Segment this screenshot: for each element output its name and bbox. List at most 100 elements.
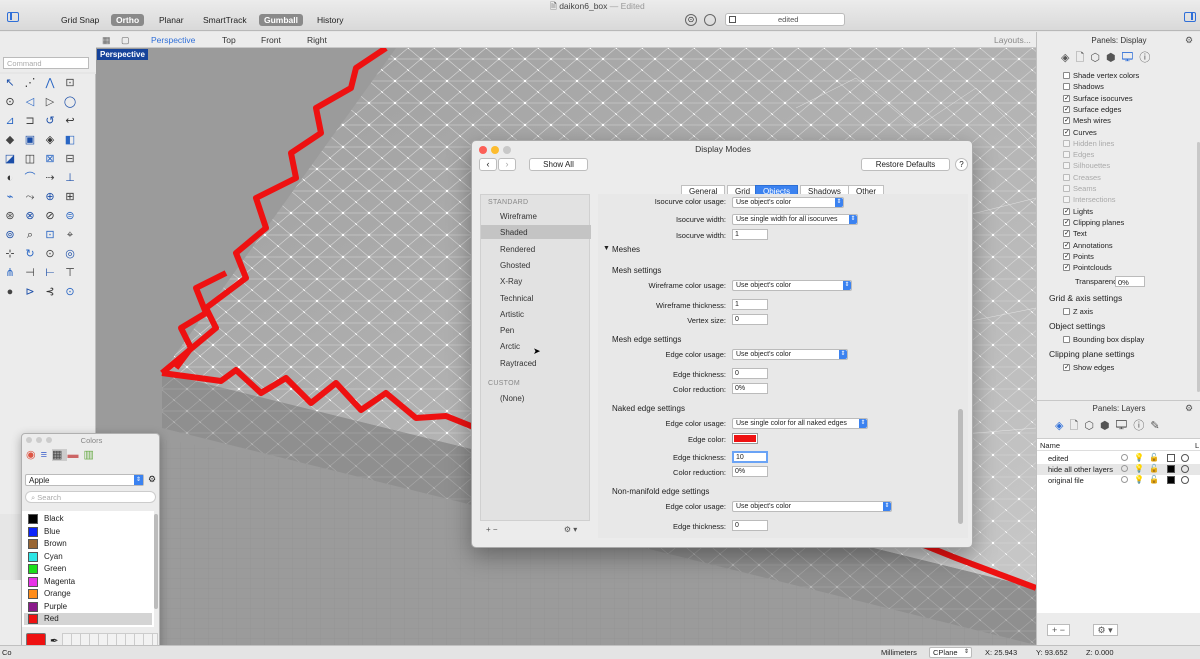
edge-thickness-input[interactable]: 0 — [732, 368, 768, 379]
text-icon[interactable]: ⊣ — [23, 266, 37, 280]
back-button[interactable]: ‹ — [479, 158, 497, 171]
color-wheel-icon[interactable]: ◉ — [26, 449, 41, 461]
fillet-icon[interactable]: ⌒ — [23, 171, 37, 185]
display-tab-icon[interactable]: 🖵 — [1116, 420, 1134, 432]
join-icon[interactable]: ⊕ — [43, 190, 57, 204]
history-toggle[interactable]: History — [312, 14, 348, 26]
gear-icon[interactable]: ⚙ — [1185, 35, 1193, 46]
cap-icon[interactable]: ⊗ — [23, 209, 37, 223]
arc-icon[interactable]: ◁ — [23, 95, 37, 109]
color-reduction-input[interactable]: 0% — [732, 383, 768, 394]
rotate-icon[interactable]: ↺ — [43, 114, 57, 128]
layer-options-button[interactable]: ⚙ ▾ — [1092, 624, 1118, 636]
array-icon[interactable]: ⊞ — [63, 190, 77, 204]
custom-mode-none[interactable]: (None) — [481, 391, 591, 405]
cube-icon[interactable]: ⬢ — [1106, 52, 1122, 64]
sweep-icon[interactable]: ◫ — [23, 152, 37, 166]
color-item[interactable]: Orange — [24, 588, 152, 600]
snap-icon[interactable]: ⊹ — [3, 247, 17, 261]
project-icon[interactable]: ⌁ — [3, 190, 17, 204]
nm-color-select[interactable]: Use object's color ⇕ — [732, 501, 892, 512]
help-button[interactable]: ? — [955, 158, 968, 171]
naked-reduction-input[interactable]: 0% — [732, 466, 768, 477]
meshes-disclosure-icon[interactable]: ▼ — [603, 245, 610, 252]
lock-icon[interactable]: 🔓 — [1149, 464, 1159, 473]
sphere-icon[interactable]: ◐ — [3, 171, 17, 185]
display-mode-item[interactable]: Raytraced — [481, 356, 591, 370]
wire-thickness-input[interactable]: 1 — [732, 299, 768, 310]
ellipse-icon[interactable]: ◯ — [63, 95, 77, 109]
align-icon[interactable]: ⊥ — [63, 171, 77, 185]
lightbulb-icon[interactable]: 💡 — [1134, 475, 1144, 484]
offset-icon[interactable]: ⊐ — [23, 114, 37, 128]
cube-tab-icon[interactable]: ⬢ — [1100, 420, 1116, 432]
settings-scrollbar[interactable] — [958, 409, 963, 524]
palette-gear-icon[interactable]: ⚙ — [148, 474, 156, 485]
add-layer-button[interactable]: + − — [1047, 624, 1071, 636]
zoom-icon[interactable]: ⌕ — [23, 228, 37, 242]
display-mode-item[interactable]: Technical — [481, 291, 591, 305]
ortho-toggle[interactable]: Ortho — [111, 14, 145, 26]
iso-width-input[interactable]: 1 — [732, 229, 768, 240]
display-option-checkbox[interactable] — [1063, 252, 1070, 260]
display-option-checkbox[interactable] — [1063, 162, 1070, 170]
tab-top[interactable]: Top — [222, 35, 236, 45]
iso-width-select[interactable]: Use single width for all isocurves ⇕ — [732, 214, 858, 225]
color-item[interactable]: Magenta — [24, 576, 152, 588]
extrude-icon[interactable]: ◧ — [63, 133, 77, 147]
single-view-icon[interactable]: ▢ — [121, 35, 130, 46]
shape-icon[interactable]: ◈ — [43, 133, 57, 147]
display-option-checkbox[interactable] — [1063, 128, 1070, 136]
blend-icon[interactable]: ⊜ — [63, 209, 77, 223]
display-option-checkbox[interactable] — [1063, 218, 1070, 226]
lock-icon[interactable]: 🔓 — [1149, 453, 1159, 462]
color-item[interactable]: Cyan — [24, 551, 152, 563]
sliders-icon[interactable]: ≡ — [41, 449, 52, 461]
image-palette-icon[interactable]: ▬ — [67, 449, 83, 461]
bend-icon[interactable]: ⤳ — [23, 190, 37, 204]
nm-thickness-input[interactable]: 0 — [732, 520, 768, 531]
dims-icon[interactable]: ⋔ — [3, 266, 17, 280]
grid-icon[interactable]: ⊤ — [63, 266, 77, 280]
file-icon[interactable]: 🗋 — [1075, 52, 1090, 64]
osnap-icon[interactable]: ⊙ — [685, 14, 697, 26]
lightbulb-icon[interactable]: 💡 — [1134, 453, 1144, 462]
current-layer-field[interactable]: edited — [725, 13, 845, 26]
rectangle-icon[interactable]: ⊡ — [63, 76, 77, 90]
layer-color-swatch[interactable] — [1167, 454, 1175, 462]
help-icon[interactable]: ⓘ — [1139, 52, 1156, 64]
curve-icon[interactable]: ▷ — [43, 95, 57, 109]
loft-icon[interactable]: ◪ — [3, 152, 17, 166]
color-item[interactable]: Blue — [24, 526, 152, 538]
triangle-icon[interactable]: ⊿ — [3, 114, 17, 128]
cplane-select[interactable]: CPlane ⇕ — [929, 647, 972, 658]
add-mode-button[interactable]: + − — [486, 525, 498, 534]
display-option-checkbox[interactable] — [1063, 72, 1070, 79]
grid-view-icon[interactable]: ▦ — [102, 35, 111, 46]
display-option-checkbox[interactable] — [1063, 139, 1070, 147]
material-icon[interactable] — [1181, 454, 1189, 462]
hatch-icon[interactable]: ⊢ — [43, 266, 57, 280]
iso-color-select[interactable]: Use object's color ⇕ — [732, 197, 844, 208]
layer-row[interactable]: edited 💡 🔓 — [1037, 453, 1200, 464]
color-item[interactable]: Brown — [24, 538, 152, 550]
planar-toggle[interactable]: Planar — [154, 14, 189, 26]
restore-defaults-button[interactable]: Restore Defaults — [861, 158, 950, 171]
color-item[interactable]: Red — [24, 613, 152, 625]
display-option-checkbox[interactable] — [1063, 264, 1070, 272]
move-icon[interactable]: ⇢ — [43, 171, 57, 185]
transparency-input[interactable]: 0% — [1115, 276, 1145, 287]
color-item[interactable]: Purple — [24, 601, 152, 613]
display-option-checkbox[interactable] — [1063, 105, 1070, 113]
point-icon[interactable]: ⋰ — [23, 76, 37, 90]
refresh-icon[interactable]: ↻ — [23, 247, 37, 261]
layers-tab-icon[interactable]: ◈ — [1055, 420, 1069, 432]
display-option-checkbox[interactable] — [1063, 83, 1070, 91]
layer-row[interactable]: original file 💡 🔓 — [1037, 475, 1200, 486]
display-option-checkbox[interactable] — [1063, 151, 1070, 159]
lightbulb-icon[interactable]: 💡 — [1134, 464, 1144, 473]
box-icon[interactable]: ⬡ — [1090, 52, 1106, 64]
file-tab-icon[interactable]: 🗋 — [1069, 420, 1084, 432]
display-icon[interactable]: 🖵 — [1122, 52, 1140, 64]
split-icon[interactable]: ⊟ — [63, 152, 77, 166]
